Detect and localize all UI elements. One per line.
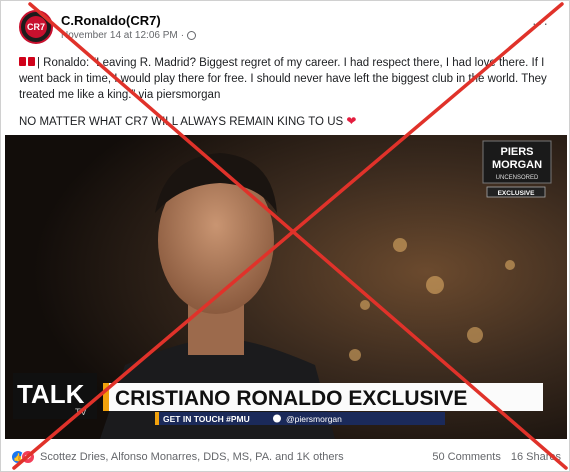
flag-icon [19, 57, 26, 66]
page-name-link[interactable]: C.Ronaldo(CR7) [61, 13, 196, 28]
post-meta: November 14 at 12:06 PM · [61, 30, 197, 41]
avatar-logo: CR7 [25, 16, 47, 38]
ticker-right: @piersmorgan [286, 414, 342, 424]
flag-icon [28, 57, 35, 66]
post-header: CR7 C.Ronaldo(CR7) November 14 at 12:06 … [19, 9, 197, 45]
caption-paragraph-1: | Ronaldo: “Leaving R. Madrid? Biggest r… [19, 55, 559, 103]
video-still: PIERS MORGAN UNCENSORED EXCLUSIVE TALK T… [5, 135, 567, 439]
meta-separator: · [180, 30, 185, 41]
show-logo-line1: PIERS [500, 146, 533, 158]
reactors-text[interactable]: Scottez Dries, Alfonso Monarres, DDS, MS… [40, 451, 344, 463]
channel-logo-sub: TV [75, 407, 87, 417]
shares-count[interactable]: 16 Shares [511, 451, 561, 463]
engagement-counts: 50 Comments 16 Shares [432, 451, 561, 463]
ticker-left: GET IN TOUCH #PMU [163, 414, 250, 424]
twitter-icon [273, 414, 281, 423]
post-caption: | Ronaldo: “Leaving R. Madrid? Biggest r… [19, 55, 559, 130]
facebook-post: CR7 C.Ronaldo(CR7) November 14 at 12:06 … [0, 0, 570, 472]
caption-quote: | Ronaldo: “Leaving R. Madrid? Biggest r… [19, 57, 547, 101]
love-reaction-icon[interactable]: ❤ [21, 450, 35, 464]
post-footer: 👍 ❤ Scottez Dries, Alfonso Monarres, DDS… [1, 441, 570, 472]
avatar[interactable]: CR7 [19, 10, 53, 44]
video-frame[interactable]: PIERS MORGAN UNCENSORED EXCLUSIVE TALK T… [5, 135, 567, 439]
channel-logo-text: TALK [17, 379, 85, 409]
comments-count[interactable]: 50 Comments [432, 451, 500, 463]
show-logo-line2: MORGAN [492, 159, 542, 171]
show-logo: PIERS MORGAN UNCENSORED EXCLUSIVE [482, 140, 552, 198]
post-timestamp[interactable]: November 14 at 12:06 PM [61, 30, 178, 41]
exclusive-badge: EXCLUSIVE [498, 190, 536, 197]
globe-icon [187, 31, 197, 40]
post-header-text: C.Ronaldo(CR7) November 14 at 12:06 PM · [61, 13, 197, 41]
caption-paragraph-2: NO MATTER WHAT CR7 WILL ALWAYS REMAIN KI… [19, 113, 559, 130]
heart-icon: ❤ [346, 114, 357, 128]
caption-second-line: NO MATTER WHAT CR7 WILL ALWAYS REMAIN KI… [19, 116, 344, 128]
show-logo-line3: UNCENSORED [496, 175, 539, 181]
lower-third-title: CRISTIANO RONALDO EXCLUSIVE [115, 387, 467, 410]
channel-logo: TALK TV [13, 373, 97, 419]
more-options-icon[interactable]: ··· [532, 15, 549, 31]
